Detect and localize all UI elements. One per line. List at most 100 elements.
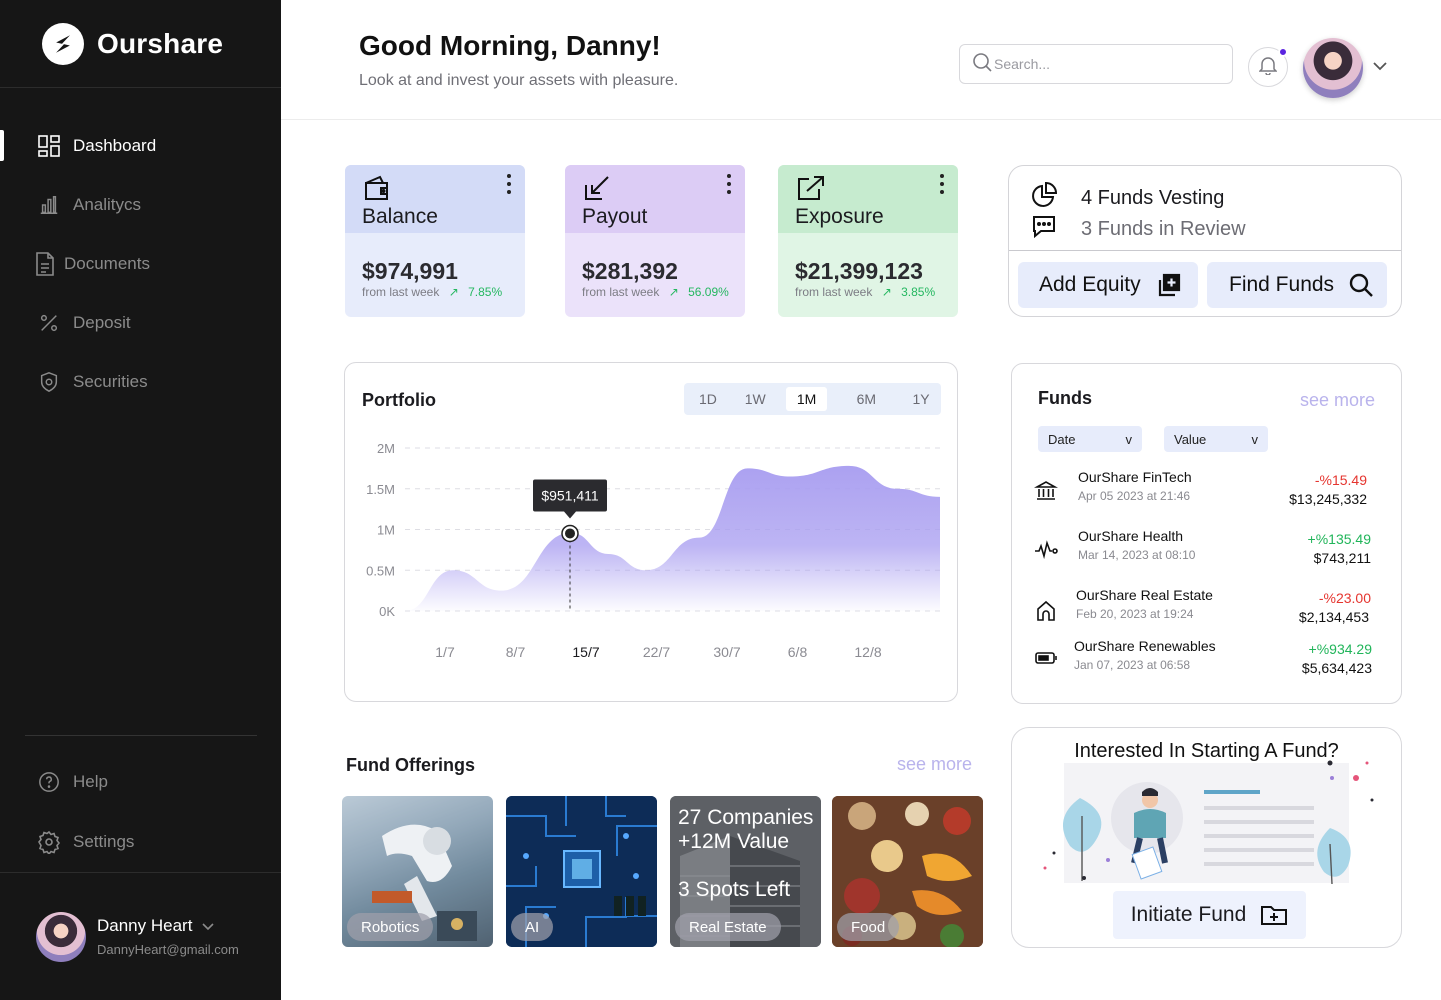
add-equity-button[interactable]: Add Equity	[1018, 262, 1198, 308]
page-header: Good Morning, Danny! Look at and invest …	[281, 0, 1441, 120]
profile-email: DannyHeart@gmail.com	[97, 942, 239, 957]
tile-line-companies: 27 Companies	[678, 806, 814, 829]
card-sub-label: from last week	[362, 285, 440, 299]
portfolio-chart: 2M 1.5M 1M 0.5M 0K 1/7 8/7 15/7 22/7 30/7 6/8 12/8 $…	[366, 441, 940, 660]
more-vertical-icon[interactable]	[940, 174, 944, 194]
notification-dot	[1278, 47, 1288, 57]
button-label: Add Equity	[1039, 273, 1141, 296]
card-change: 7.85%	[468, 285, 503, 299]
funds-card: Funds see more Date v Value v OurShare F…	[1011, 363, 1402, 704]
sidebar: Ourshare Dashboard Analitycs Documents D…	[0, 0, 281, 1000]
card-title: Balance	[362, 205, 438, 228]
divider	[1009, 250, 1401, 251]
fund-row[interactable]: OurShare Health Mar 14, 2023 at 08:10 +%…	[1032, 528, 1377, 572]
chevron-down-icon[interactable]	[1373, 58, 1387, 76]
trend-up-icon: ↗	[668, 285, 679, 299]
trend-up-icon: ↗	[448, 285, 459, 299]
initiate-fund-button[interactable]: Initiate Fund	[1113, 891, 1306, 939]
balance-card[interactable]: Balance $974,991 from last week ↗ 7.85%	[345, 165, 525, 317]
chevron-down-icon: v	[1251, 431, 1259, 447]
date-filter[interactable]: Date v	[1038, 426, 1142, 452]
offering-tile-ai[interactable]: AI	[506, 796, 657, 947]
bar-chart-icon	[37, 193, 61, 217]
offerings-see-more-link[interactable]: see more	[897, 754, 972, 775]
search-input[interactable]	[994, 56, 1214, 72]
fund-row[interactable]: OurShare Renewables Jan 07, 2023 at 06:5…	[1032, 638, 1377, 682]
sidebar-item-help[interactable]: Help	[0, 752, 281, 812]
card-value: $974,991	[362, 258, 458, 284]
exposure-card[interactable]: Exposure $21,399,123 from last week ↗ 3.…	[778, 165, 958, 317]
more-vertical-icon[interactable]	[507, 174, 511, 194]
sidebar-item-securities[interactable]: Securities	[0, 352, 281, 411]
y-tick-label: 0.5M	[366, 563, 395, 578]
home-icon	[1034, 599, 1058, 623]
tile-label: Robotics	[347, 913, 434, 941]
sidebar-item-documents[interactable]: Documents	[0, 234, 281, 293]
card-sub-label: from last week	[582, 285, 660, 299]
payout-card[interactable]: Payout $281,392 from last week ↗ 56.09%	[565, 165, 745, 317]
sidebar-item-label: Settings	[73, 832, 135, 851]
card-title: Exposure	[795, 205, 884, 228]
pie-chart-icon	[1031, 181, 1058, 214]
offering-tile-robotics[interactable]: Robotics	[342, 796, 493, 947]
search-box[interactable]	[959, 44, 1233, 84]
bell-icon	[1258, 55, 1278, 80]
sidebar-item-settings[interactable]: Settings	[0, 812, 281, 872]
fund-offerings-title: Fund Offerings	[346, 755, 475, 775]
card-change: 3.85%	[901, 285, 936, 299]
main-nav: Dashboard Analitycs Documents Deposit Se…	[0, 116, 281, 411]
funds-see-more-link[interactable]: see more	[1300, 390, 1375, 411]
fund-value: $13,245,332	[1289, 491, 1367, 507]
team-illustration	[1043, 760, 1374, 885]
sidebar-item-dashboard[interactable]: Dashboard	[0, 116, 281, 175]
chevron-down-icon: v	[1125, 431, 1133, 447]
y-tick-label: 1M	[377, 523, 395, 538]
fund-change: +%934.29	[1308, 641, 1372, 657]
value-filter[interactable]: Value v	[1164, 426, 1268, 452]
offering-tile-food[interactable]: Food	[832, 796, 983, 947]
filter-label: Value	[1174, 431, 1207, 447]
folder-add-icon	[1260, 904, 1288, 926]
help-icon	[37, 770, 61, 794]
tooltip-pointer	[564, 511, 576, 519]
fund-status-panel: 4 Funds Vesting 3 Funds in Review Add Eq…	[1008, 165, 1402, 317]
brand-name: Ourshare	[97, 27, 224, 59]
tile-line-value: +12M Value	[678, 830, 790, 853]
brand[interactable]: Ourshare	[0, 0, 281, 88]
tile-line-spots: 3 Spots Left	[678, 878, 791, 901]
battery-icon	[1034, 646, 1058, 670]
card-sub-label: from last week	[795, 285, 873, 299]
fund-change: -%23.00	[1318, 590, 1371, 606]
filter-label: Date	[1048, 431, 1076, 447]
y-tick-label: 2M	[377, 441, 395, 456]
card-header: Payout	[565, 165, 745, 233]
chevron-down-icon[interactable]	[202, 916, 215, 936]
tooltip-value: $951,411	[541, 487, 599, 503]
fund-row[interactable]: OurShare FinTech Apr 05 2023 at 21:46 -%…	[1032, 469, 1377, 513]
fund-change: -%15.49	[1314, 472, 1367, 488]
search-icon	[972, 52, 992, 77]
sidebar-item-label: Analitycs	[73, 194, 142, 214]
sidebar-item-label: Dashboard	[73, 135, 157, 155]
fund-row[interactable]: OurShare Real Estate Feb 20, 2023 at 19:…	[1032, 587, 1377, 631]
tile-label: AI	[511, 913, 554, 941]
profile-menu[interactable]: Danny Heart DannyHeart@gmail.com	[0, 872, 281, 1000]
tile-label: Food	[837, 913, 900, 941]
sidebar-item-deposit[interactable]: Deposit	[0, 293, 281, 352]
series-area	[405, 465, 940, 611]
offering-tile-real-estate[interactable]: 27 Companies +12M Value 3 Spots Left Rea…	[670, 796, 821, 947]
x-tick-label: 6/8	[788, 644, 808, 660]
sidebar-item-analytics[interactable]: Analitycs	[0, 175, 281, 234]
y-tick-label: 0K	[379, 604, 395, 619]
document-icon	[33, 251, 57, 276]
more-vertical-icon[interactable]	[727, 174, 731, 194]
find-funds-button[interactable]: Find Funds	[1207, 262, 1387, 308]
header-avatar[interactable]	[1303, 38, 1363, 98]
profile-name: Danny Heart	[97, 916, 193, 935]
fund-value: $5,634,423	[1301, 660, 1372, 676]
notifications-button[interactable]	[1248, 47, 1288, 87]
tile-label: Real Estate	[675, 913, 781, 941]
button-label: Initiate Fund	[1130, 903, 1247, 926]
fund-date: Jan 07, 2023 at 06:58	[1074, 658, 1191, 672]
card-value: $281,392	[582, 258, 678, 284]
